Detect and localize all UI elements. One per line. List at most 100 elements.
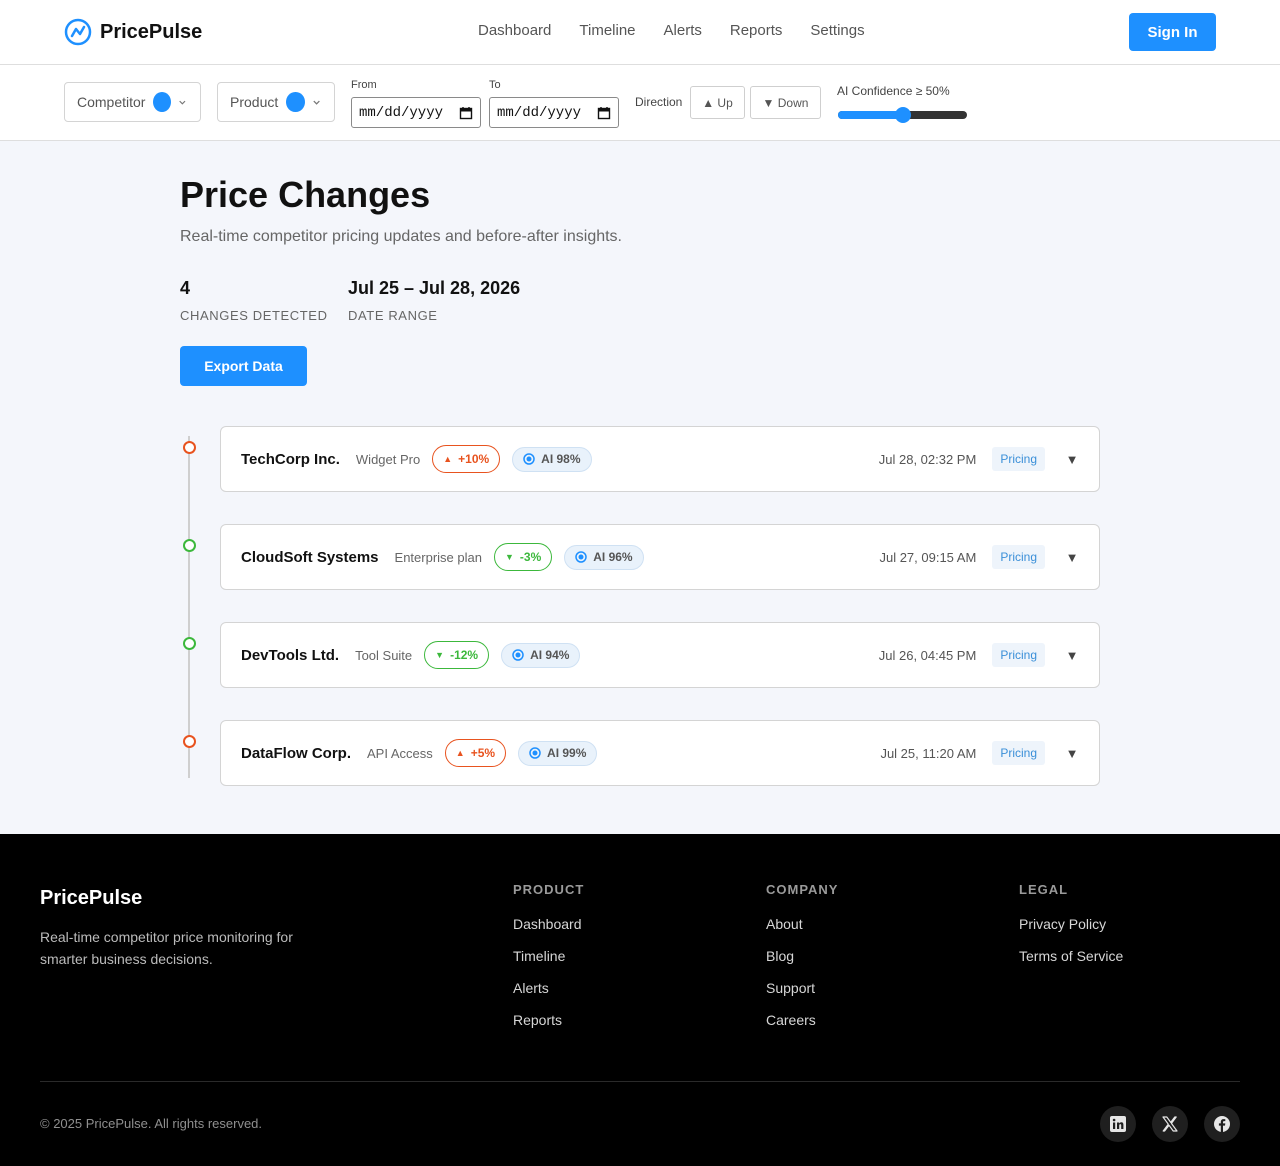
footer-link-timeline[interactable]: Timeline xyxy=(513,948,584,964)
nav-reports[interactable]: Reports xyxy=(730,22,783,39)
nav-alerts[interactable]: Alerts xyxy=(664,22,702,39)
change-card[interactable]: TechCorp Inc. Widget Pro ▲ +10% AI 98% J… xyxy=(220,426,1100,492)
footer-column-title: LEGAL xyxy=(1019,882,1069,897)
main-nav: Dashboard Timeline Alerts Reports Settin… xyxy=(478,22,893,39)
footer-link-careers[interactable]: Careers xyxy=(766,1012,838,1028)
change-timestamp: Jul 26, 04:45 PM xyxy=(878,647,977,663)
ai-confidence-value: AI 99% xyxy=(547,746,587,760)
expand-toggle-icon[interactable]: ▼ xyxy=(1065,550,1079,565)
target-icon xyxy=(575,551,587,563)
direction-label: Direction xyxy=(635,95,683,109)
competitor-name: DevTools Ltd. xyxy=(241,646,340,664)
footer: PricePulse Real-time competitor price mo… xyxy=(0,834,1280,1166)
footer-link-alerts[interactable]: Alerts xyxy=(513,980,584,996)
change-badge: ▲ +5% xyxy=(444,739,507,767)
footer-link-about[interactable]: About xyxy=(766,916,838,932)
ai-confidence-badge: AI 98% xyxy=(512,446,592,472)
ai-confidence-value: AI 98% xyxy=(541,452,581,466)
change-value: -12% xyxy=(450,648,479,662)
category-tag: Pricing xyxy=(992,643,1045,667)
footer-column-title: COMPANY xyxy=(766,882,839,897)
target-icon xyxy=(512,649,524,661)
chevron-down-icon xyxy=(313,100,320,105)
product-name: Tool Suite xyxy=(355,647,413,663)
ai-confidence-value: AI 96% xyxy=(593,550,633,564)
confidence-slider[interactable] xyxy=(838,107,967,123)
confidence-slider-thumb[interactable] xyxy=(894,107,911,123)
direction-down-button[interactable]: ▼ Down xyxy=(750,86,821,119)
change-timestamp: Jul 25, 11:20 AM xyxy=(880,745,977,761)
expand-toggle-icon[interactable]: ▼ xyxy=(1065,648,1079,663)
copyright: © 2025 PricePulse. All rights reserved. xyxy=(40,1116,263,1131)
top-nav: PricePulse Dashboard Timeline Alerts Rep… xyxy=(0,0,1280,65)
competitor-filter-label: Competitor xyxy=(77,94,146,110)
footer-link-blog[interactable]: Blog xyxy=(766,948,838,964)
chevron-down-icon xyxy=(179,100,186,105)
competitor-filter[interactable]: Competitor xyxy=(64,82,201,122)
product-filter-label: Product xyxy=(230,94,279,110)
confidence-label: AI Confidence ≥ 50% xyxy=(837,84,950,98)
change-badge: ▼ -3% xyxy=(493,543,553,571)
linkedin-link[interactable] xyxy=(1100,1106,1136,1142)
sign-in-button[interactable]: Sign In xyxy=(1129,13,1216,51)
nav-settings[interactable]: Settings xyxy=(810,22,864,39)
triangle-up-icon: ▲ xyxy=(455,748,465,758)
triangle-down-icon: ▼ xyxy=(504,552,514,562)
x-icon xyxy=(1162,1116,1178,1132)
change-card[interactable]: CloudSoft Systems Enterprise plan ▼ -3% … xyxy=(220,524,1100,590)
page-subtitle: Real-time competitor pricing updates and… xyxy=(180,228,622,245)
nav-timeline[interactable]: Timeline xyxy=(579,22,635,39)
timeline-dot-up xyxy=(183,441,196,454)
change-value: +10% xyxy=(458,452,490,466)
facebook-link[interactable] xyxy=(1204,1106,1240,1142)
product-name: API Access xyxy=(367,745,433,761)
export-data-button[interactable]: Export Data xyxy=(180,346,307,386)
changes-detected-value: 4 xyxy=(180,278,191,298)
date-range-value: Jul 25 – Jul 28, 2026 xyxy=(348,278,521,298)
product-name: Enterprise plan xyxy=(394,549,482,565)
ai-confidence-value: AI 94% xyxy=(530,648,570,662)
from-date-value: mm/dd/yyyy xyxy=(359,104,444,121)
change-timestamp: Jul 27, 09:15 AM xyxy=(879,549,977,565)
category-tag: Pricing xyxy=(992,447,1045,471)
page-title: Price Changes xyxy=(180,174,431,215)
footer-link-terms[interactable]: Terms of Service xyxy=(1019,948,1123,964)
product-filter[interactable]: Product xyxy=(217,82,335,122)
footer-link-support[interactable]: Support xyxy=(766,980,838,996)
competitor-indicator-dot xyxy=(153,92,172,112)
expand-toggle-icon[interactable]: ▼ xyxy=(1065,452,1079,467)
to-label: To xyxy=(489,79,501,91)
change-timestamp: Jul 28, 02:32 PM xyxy=(878,451,977,467)
from-date-input[interactable]: mm/dd/yyyy xyxy=(351,97,481,128)
x-link[interactable] xyxy=(1152,1106,1188,1142)
ai-confidence-badge: AI 94% xyxy=(501,642,581,668)
expand-toggle-icon[interactable]: ▼ xyxy=(1065,746,1079,761)
footer-brand: PricePulse xyxy=(40,887,143,909)
footer-link-privacy[interactable]: Privacy Policy xyxy=(1019,916,1123,932)
change-value: +5% xyxy=(470,746,496,760)
competitor-name: CloudSoft Systems xyxy=(241,548,379,566)
footer-column-product: PRODUCT Dashboard Timeline Alerts Report… xyxy=(513,882,585,1028)
target-icon xyxy=(529,747,541,759)
changes-detected-label: CHANGES DETECTED xyxy=(180,308,328,323)
to-date-input[interactable]: mm/dd/yyyy xyxy=(489,97,619,128)
nav-dashboard[interactable]: Dashboard xyxy=(478,22,551,39)
product-indicator-dot xyxy=(286,92,305,112)
competitor-name: DataFlow Corp. xyxy=(241,744,352,762)
calendar-icon xyxy=(597,106,611,119)
footer-link-dashboard[interactable]: Dashboard xyxy=(513,916,584,932)
direction-up-button[interactable]: ▲ Up xyxy=(690,86,745,119)
footer-column-title: PRODUCT xyxy=(513,882,585,897)
triangle-down-icon: ▼ xyxy=(435,650,445,660)
timeline-dot-up xyxy=(183,735,196,748)
brand[interactable]: PricePulse xyxy=(64,18,202,46)
change-card[interactable]: DataFlow Corp. API Access ▲ +5% AI 99% J… xyxy=(220,720,1100,786)
triangle-up-icon: ▲ xyxy=(443,454,453,464)
date-range-label: DATE RANGE xyxy=(348,308,438,323)
footer-link-reports[interactable]: Reports xyxy=(513,1012,584,1028)
competitor-name: TechCorp Inc. xyxy=(241,450,340,468)
ai-confidence-badge: AI 96% xyxy=(564,544,644,570)
category-tag: Pricing xyxy=(992,741,1045,765)
ai-confidence-badge: AI 99% xyxy=(518,740,598,766)
change-card[interactable]: DevTools Ltd. Tool Suite ▼ -12% AI 94% J… xyxy=(220,622,1100,688)
